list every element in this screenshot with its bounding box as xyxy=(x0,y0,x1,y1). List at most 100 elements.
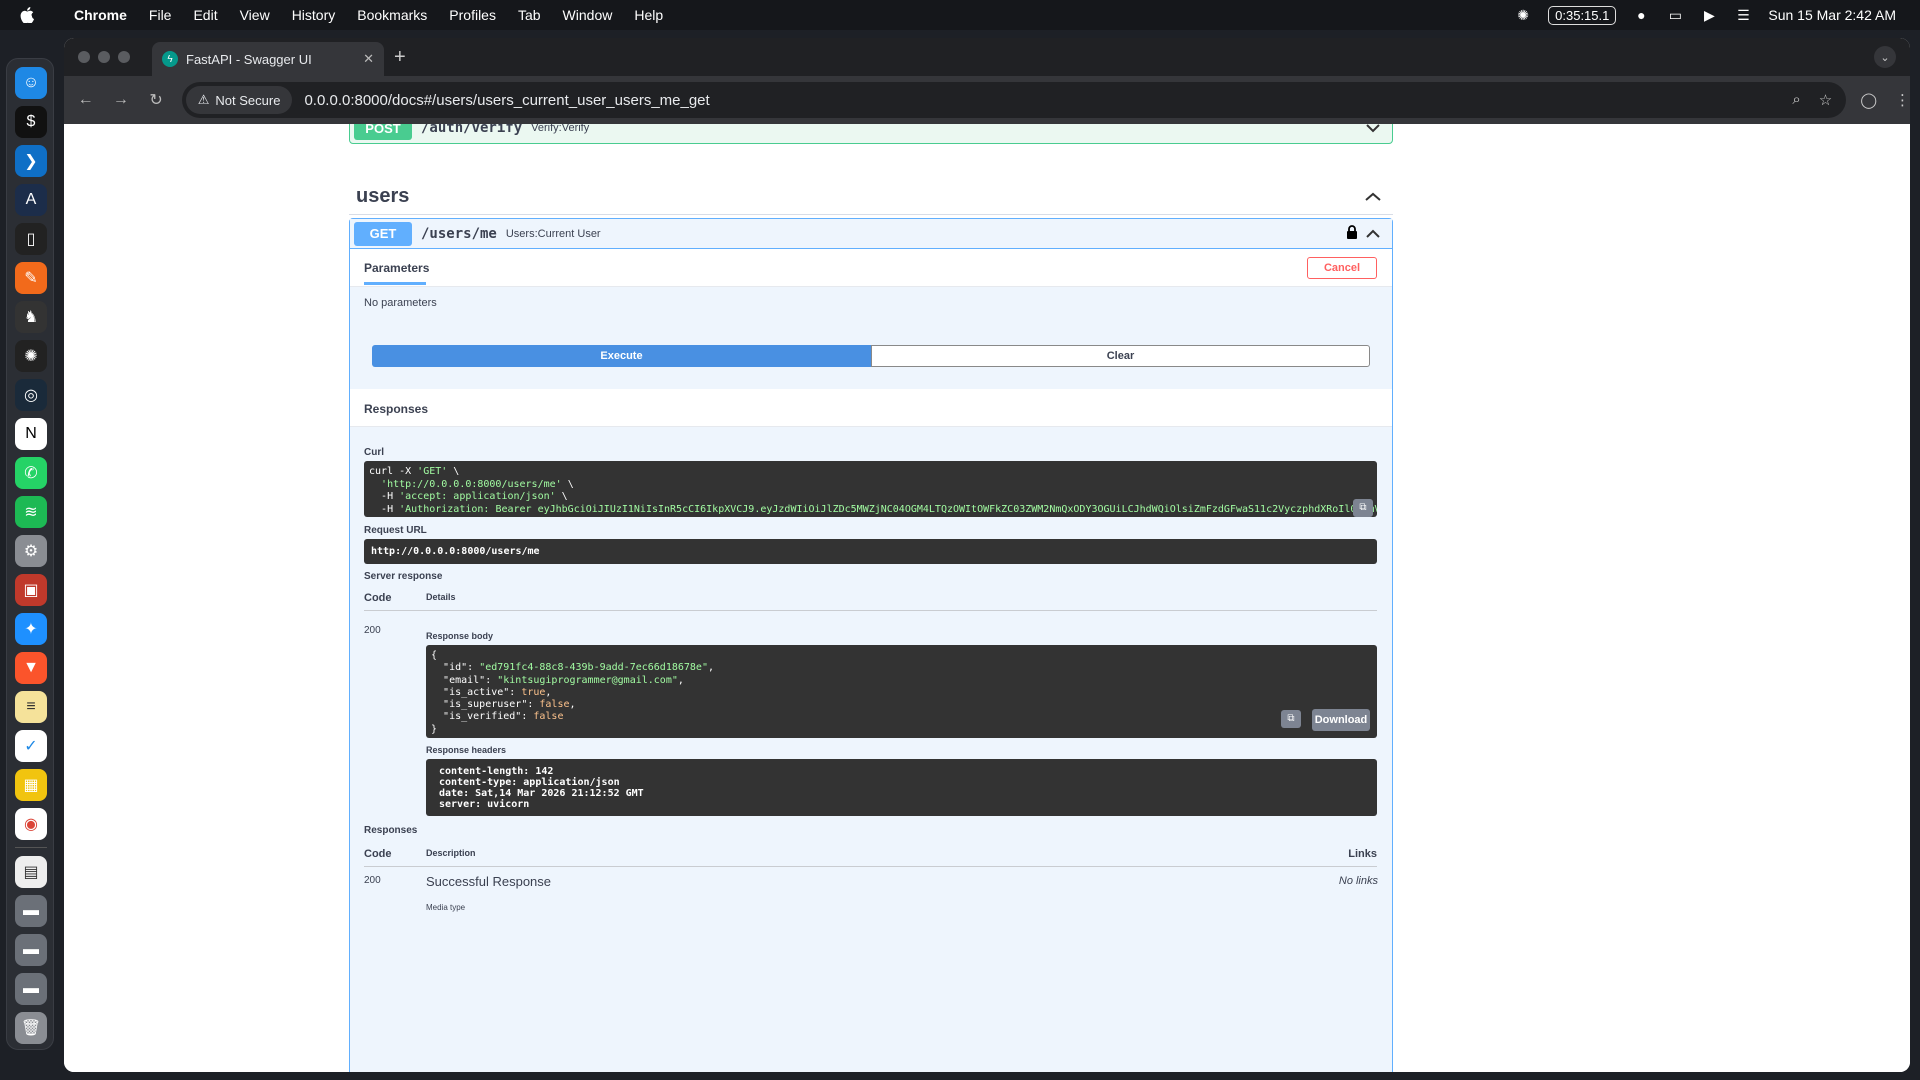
clear-button[interactable]: Clear xyxy=(871,345,1370,367)
media-type-label: Media type xyxy=(426,903,466,912)
forward-icon[interactable]: → xyxy=(103,91,138,109)
vscode-icon[interactable]: ❯ xyxy=(15,145,47,177)
security-chip[interactable]: ⚠ Not Secure xyxy=(185,86,293,114)
battery-icon[interactable]: ▭ xyxy=(1666,7,1684,23)
pen-icon[interactable]: ✎ xyxy=(15,262,47,294)
copy-icon[interactable]: ⧉ xyxy=(1281,710,1301,728)
maximize-window-button[interactable] xyxy=(118,51,130,63)
download-button[interactable]: Download xyxy=(1312,709,1370,731)
photo-booth-icon[interactable]: ▣ xyxy=(15,574,47,606)
endpoint-summary: Verify:Verify xyxy=(531,124,590,134)
zoom-icon[interactable]: ⌕ xyxy=(1792,91,1800,109)
menu-file[interactable]: File xyxy=(149,7,172,23)
menu-app-name[interactable]: Chrome xyxy=(74,7,127,23)
response-code: 200 xyxy=(364,625,381,636)
curl-text: 'http://0.0.0.0:8000/users/me' xyxy=(381,478,562,490)
whatsapp-icon[interactable]: ✆ xyxy=(15,457,47,489)
settings-icon[interactable]: ⚙ xyxy=(15,535,47,567)
lock-icon[interactable] xyxy=(1346,225,1358,242)
menu-view[interactable]: View xyxy=(240,7,270,23)
tab-search-icon[interactable]: ⌄ xyxy=(1874,46,1896,68)
menu-bookmarks[interactable]: Bookmarks xyxy=(357,7,427,23)
endpoint-path: /users/me xyxy=(421,225,497,242)
description-header: Description xyxy=(426,848,476,858)
chevron-up-icon[interactable] xyxy=(1365,189,1381,205)
json-key: "email" xyxy=(443,674,486,686)
apple-icon[interactable] xyxy=(20,7,40,23)
close-window-button[interactable] xyxy=(78,51,90,63)
header-line: date: Sat,14 Mar 2026 21:12:52 GMT xyxy=(439,788,644,799)
get-users-me-header[interactable]: GET /users/me Users:Current User xyxy=(350,219,1392,249)
server-response-label: Server response xyxy=(364,571,443,582)
menu-window[interactable]: Window xyxy=(563,7,613,23)
tab-underline xyxy=(364,282,426,285)
menu-profiles[interactable]: Profiles xyxy=(449,7,496,23)
json-value-is-active: true xyxy=(521,686,546,698)
notion-icon[interactable]: N xyxy=(15,418,47,450)
simulator-icon[interactable]: ▯ xyxy=(15,223,47,255)
copy-icon[interactable]: ⧉ xyxy=(1353,499,1373,517)
obs-icon[interactable]: ◎ xyxy=(15,379,47,411)
json-key: "is_active" xyxy=(443,686,510,698)
sheets-icon[interactable]: ▦ xyxy=(15,769,47,801)
bookmark-star-icon[interactable]: ☆ xyxy=(1819,91,1832,109)
new-tab-icon[interactable]: + xyxy=(394,46,406,69)
chevron-up-icon[interactable] xyxy=(1366,226,1380,242)
minimize-window-button[interactable] xyxy=(98,51,110,63)
method-badge: GET xyxy=(354,221,412,246)
downloads-folder-icon[interactable]: ▬ xyxy=(15,973,47,1005)
clock[interactable]: Sun 15 Mar 2:42 AM xyxy=(1768,7,1896,23)
curl-code-block[interactable]: curl -X 'GET' \ 'http://0.0.0.0:8000/use… xyxy=(364,461,1377,517)
header-line: content-length: 142 xyxy=(439,766,554,777)
chrome-icon[interactable]: ◉ xyxy=(15,808,47,840)
section-users[interactable]: users xyxy=(349,179,1393,215)
timer-badge[interactable]: 0:35:15.1 xyxy=(1548,5,1617,25)
close-tab-icon[interactable]: ✕ xyxy=(363,51,374,67)
document-icon[interactable]: ▤ xyxy=(15,856,47,888)
post-auth-verify-block[interactable]: POST /auth/verify Verify:Verify xyxy=(349,124,1393,144)
dock-separator xyxy=(15,847,47,848)
kebab-menu-icon[interactable]: ⋮ xyxy=(1895,91,1910,109)
curl-text: 'GET' xyxy=(417,466,448,477)
trash-icon[interactable]: 🗑 xyxy=(15,1012,47,1044)
app-store-icon[interactable]: A xyxy=(15,184,47,216)
profile-icon[interactable]: ◯ xyxy=(1860,91,1877,109)
menu-history[interactable]: History xyxy=(292,7,336,23)
response-body-label: Response body xyxy=(426,631,494,641)
color-picker-icon[interactable]: ● xyxy=(1632,7,1650,23)
terminal-icon[interactable]: $ xyxy=(15,106,47,138)
address-bar[interactable]: ⚠ Not Secure 0.0.0.0:8000/docs#/users/us… xyxy=(181,82,1847,118)
squirrel-icon[interactable]: ♞ xyxy=(15,301,47,333)
url-text[interactable]: 0.0.0.0:8000/docs#/users/users_current_u… xyxy=(304,92,709,109)
openai-icon[interactable]: ✺ xyxy=(15,340,47,372)
back-icon[interactable]: ← xyxy=(68,91,103,109)
safari-icon[interactable]: ✦ xyxy=(15,613,47,645)
menu-tab[interactable]: Tab xyxy=(518,7,541,23)
response-body-block[interactable]: { "id": "ed791fc4-88c8-439b-9add-7ec66d1… xyxy=(426,645,1377,738)
chevron-down-icon[interactable] xyxy=(1366,124,1380,136)
applications-folder-icon[interactable]: ▬ xyxy=(15,934,47,966)
menu-edit[interactable]: Edit xyxy=(193,7,217,23)
folder-icon[interactable]: ▬ xyxy=(15,895,47,927)
spotify-icon[interactable]: ≋ xyxy=(15,496,47,528)
menu-help[interactable]: Help xyxy=(634,7,663,23)
control-center-icon[interactable]: ☰ xyxy=(1734,7,1752,23)
tab-swagger[interactable]: ϟ FastAPI - Swagger UI ✕ xyxy=(152,42,384,76)
code-header: Code xyxy=(364,848,392,860)
curl-label: Curl xyxy=(364,447,384,458)
curl-text: -H xyxy=(381,491,400,502)
curl-text: \ xyxy=(561,478,574,490)
chatgpt-icon[interactable]: ✺ xyxy=(1514,7,1532,23)
security-label: Not Secure xyxy=(215,92,281,108)
menu-bar: Chrome File Edit View History Bookmarks … xyxy=(0,0,1920,30)
finder-icon[interactable]: ☺ xyxy=(15,67,47,99)
execute-button[interactable]: Execute xyxy=(372,345,871,367)
cancel-button[interactable]: Cancel xyxy=(1307,257,1377,279)
reload-icon[interactable]: ↻ xyxy=(139,90,174,110)
tab-parameters[interactable]: Parameters xyxy=(364,261,429,275)
todo-icon[interactable]: ✓ xyxy=(15,730,47,762)
notes-icon[interactable]: ≡ xyxy=(15,691,47,723)
brave-icon[interactable]: ▼ xyxy=(15,652,47,684)
play-icon[interactable]: ▶ xyxy=(1700,7,1718,23)
parameters-header: Parameters Cancel xyxy=(350,249,1392,287)
